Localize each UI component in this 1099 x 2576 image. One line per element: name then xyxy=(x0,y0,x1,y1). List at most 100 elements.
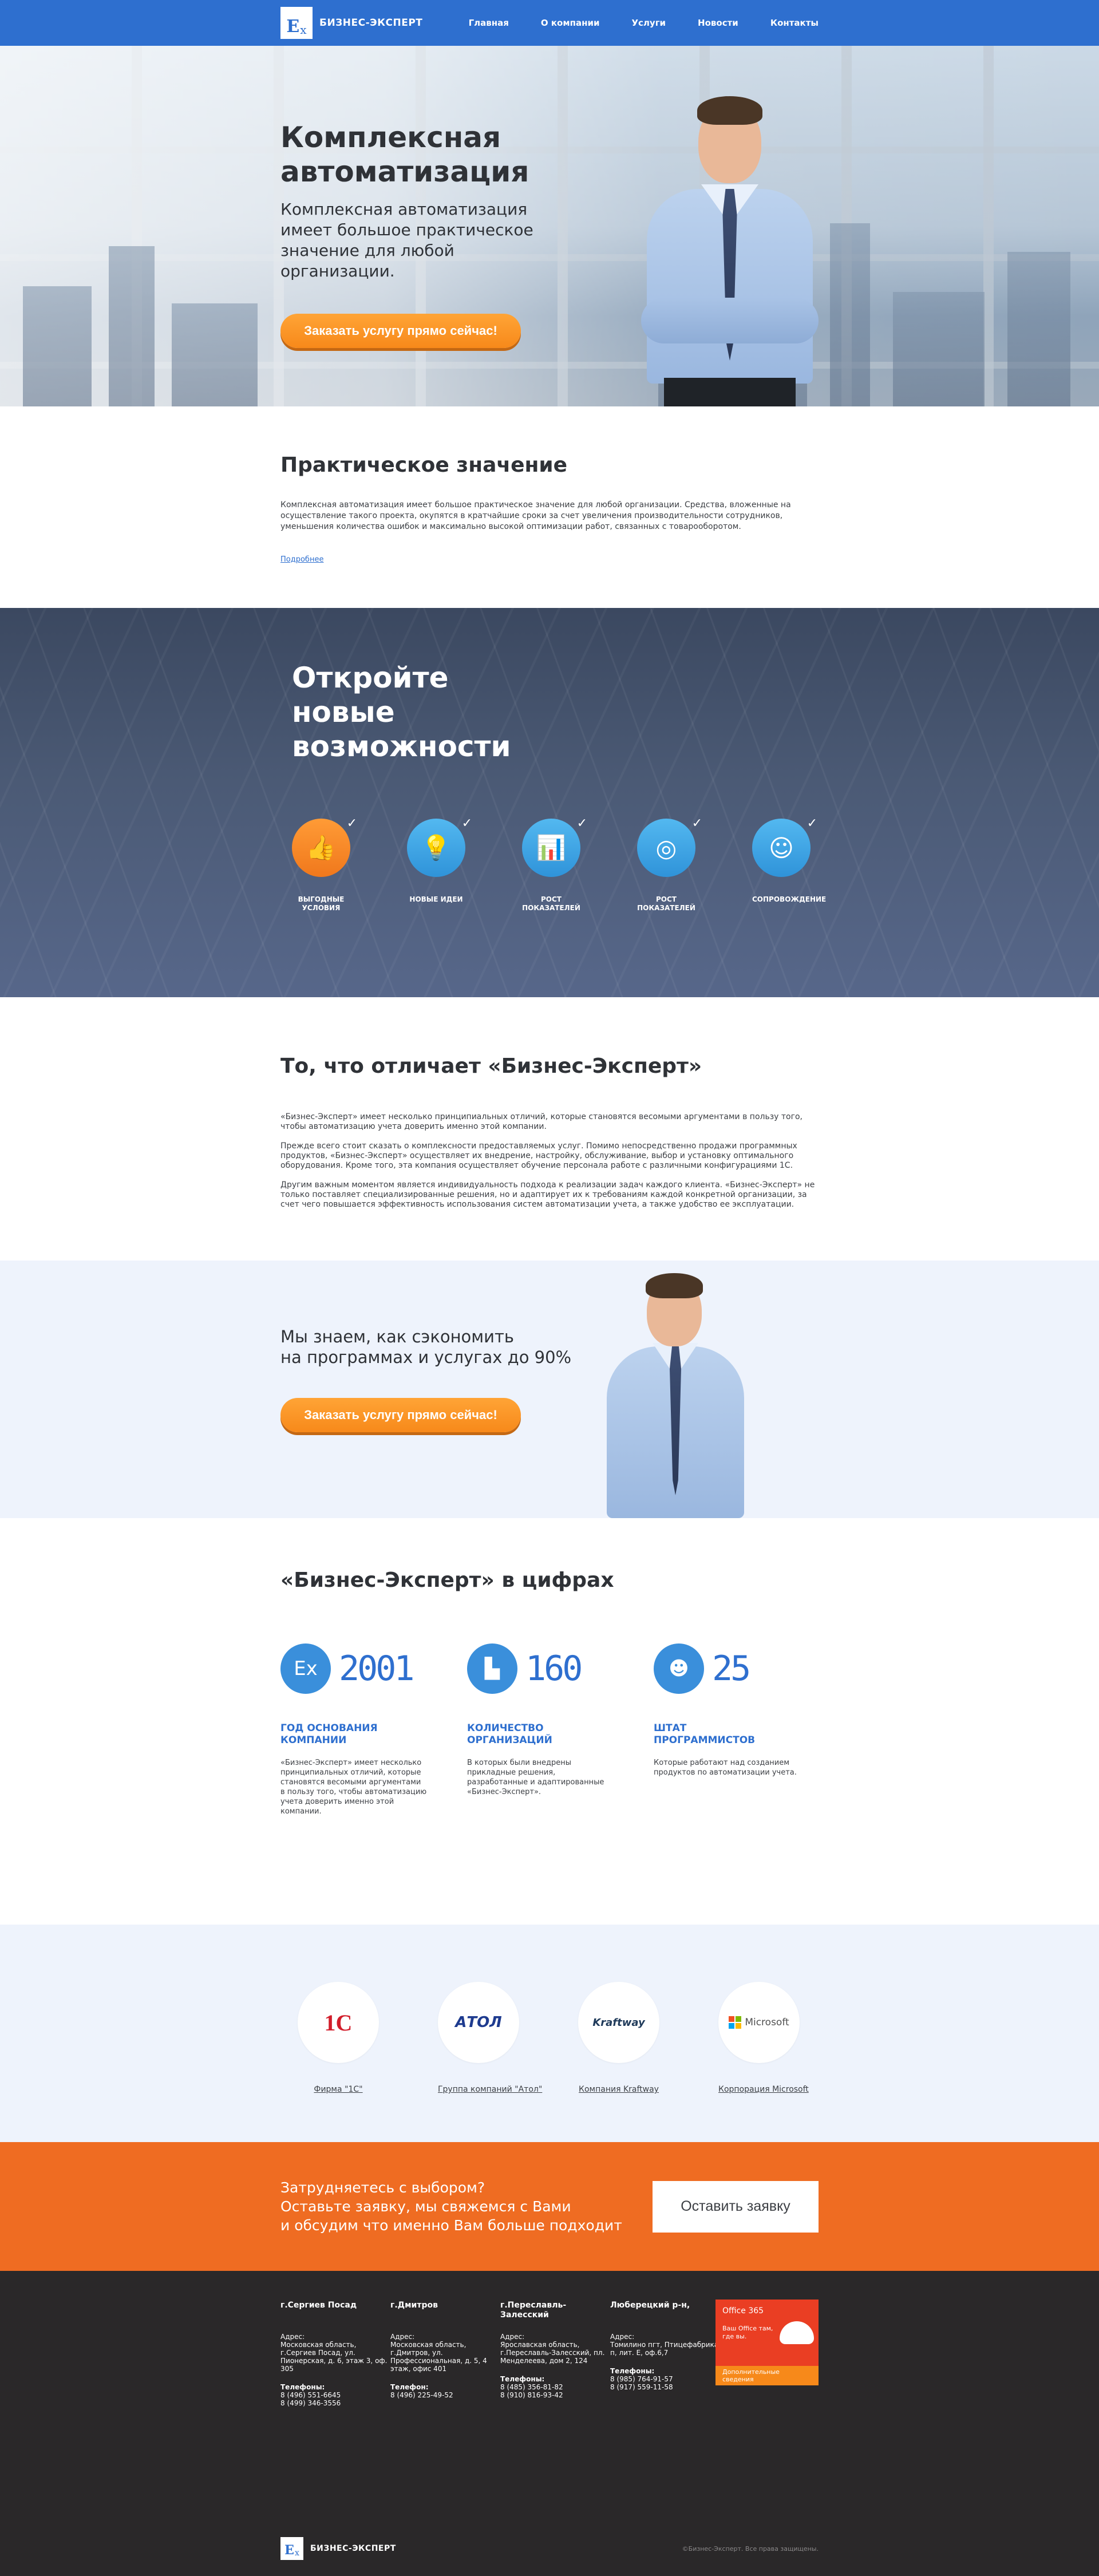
opportunity-item[interactable]: 📊 ✓ Рост показателей xyxy=(522,816,587,912)
partner-item: 1C Фирма "1С" xyxy=(298,1982,379,2094)
lightbulb-icon: 💡 xyxy=(407,819,465,877)
office-phone[interactable]: 8 (917) 559-11-58 xyxy=(610,2383,720,2391)
opportunity-label: Выгодные условия xyxy=(298,895,345,912)
hero-section: Комплексная автоматизация Комплексная авт… xyxy=(0,46,1099,406)
office-address: Томилино пгт, Птицефабрика п, лит. Е, оф… xyxy=(610,2341,719,2357)
cloud-icon xyxy=(780,2321,814,2344)
opportunity-item[interactable]: ◎ ✓ Рост показателей xyxy=(637,816,702,912)
opportunity-item[interactable]: 👍 ✓ Выгодные условия xyxy=(292,816,357,912)
partner-link[interactable]: Компания Kraftway xyxy=(579,2085,659,2094)
staff-person-icon: ☻ xyxy=(654,1643,704,1694)
partners-section: 1C Фирма "1С" АТОЛ Группа компаний "Атол… xyxy=(0,1925,1099,2142)
read-more-link[interactable]: Подробнее xyxy=(280,555,323,564)
check-icon: ✓ xyxy=(691,816,702,831)
check-icon: ✓ xyxy=(461,816,472,831)
office-phone[interactable]: 8 (985) 764-91-57 xyxy=(610,2375,720,2383)
nav-about[interactable]: О компании xyxy=(541,18,600,28)
partner-logo-atol: АТОЛ xyxy=(438,1982,519,2063)
differences-title: То, что отличает «Бизнес-Эксперт» xyxy=(280,1054,702,1078)
numbers-section: «Бизнес-Эксперт» в цифрах Ex 2001 Год ос… xyxy=(0,1518,1099,1925)
differences-text: «Бизнес-Эксперт» имеет несколько принцип… xyxy=(280,1112,819,1210)
logo-mark: Ex xyxy=(280,7,313,39)
growth-chart-icon: 📊 xyxy=(522,819,580,877)
office-city: г.Дмитров xyxy=(390,2301,438,2310)
office365-more-link[interactable]: Дополнительные сведения xyxy=(715,2366,819,2385)
differences-paragraph: Прежде всего стоит сказать о комплекснос… xyxy=(280,1141,797,1170)
opportunity-label: Новые идеи xyxy=(409,895,463,903)
partner-link[interactable]: Группа компаний "Атол" xyxy=(438,2085,542,2094)
stat-description: «Бизнес-Эксперт» имеет несколько принцип… xyxy=(280,1759,427,1816)
copyright: ©Бизнес-Эксперт. Все права защищены. xyxy=(682,2545,819,2553)
office-contact: г.Дмитров Адрес: Московская область, г.Д… xyxy=(390,2301,500,2407)
stat-description: Которые работают над созданием продуктов… xyxy=(654,1759,797,1777)
partner-link[interactable]: Фирма "1С" xyxy=(314,2085,362,2094)
stat-value: 25 xyxy=(712,1649,751,1689)
office-phone[interactable]: 8 (496) 225-49-52 xyxy=(390,2391,500,2399)
hero-subtitle: Комплексная автоматизация имеет большое … xyxy=(280,200,533,280)
opportunity-item[interactable]: ☺ ✓ Сопровождение xyxy=(752,816,827,912)
nav-news[interactable]: Новости xyxy=(698,18,738,28)
office-phone[interactable]: 8 (499) 346-3556 xyxy=(280,2399,390,2407)
partner-logo-microsoft: Microsoft xyxy=(718,1982,800,2063)
opportunities-list: 👍 ✓ Выгодные условия 💡 ✓ Новые идеи 📊 ✓ … xyxy=(292,816,827,912)
office-contact: г.Переславль-Залесский Адрес: Ярославска… xyxy=(500,2301,610,2407)
partner-link[interactable]: Корпорация Microsoft xyxy=(718,2085,809,2094)
check-icon: ✓ xyxy=(807,816,817,831)
numbers-title: «Бизнес-Эксперт» в цифрах xyxy=(280,1568,614,1592)
hero-title: Комплексная автоматизация xyxy=(280,121,529,188)
partner-logo-kraftway: Kraftway xyxy=(578,1982,659,2063)
office-phone[interactable]: 8 (910) 816-93-42 xyxy=(500,2391,610,2399)
main-nav: Главная О компании Услуги Новости Контак… xyxy=(469,18,819,28)
stat-label: Год основания компании xyxy=(280,1722,378,1746)
target-icon: ◎ xyxy=(637,819,695,877)
footer: г.Сергиев Посад Адрес: Московская област… xyxy=(0,2271,1099,2576)
savings-section: Мы знаем, как сэкономить на программах и … xyxy=(0,1261,1099,1518)
office365-banner[interactable]: Office 365 Ваш Office там, где вы. Допол… xyxy=(715,2300,819,2385)
opportunity-label: Сопровождение xyxy=(752,895,827,903)
hero-order-button[interactable]: Заказать услугу прямо сейчас! xyxy=(280,314,521,348)
site-logo[interactable]: Ex БИЗНЕС-ЭКСПЕРТ xyxy=(280,7,422,39)
stat-label: Количество организаций xyxy=(467,1722,552,1746)
opportunity-item[interactable]: 💡 ✓ Новые идеи xyxy=(407,816,472,912)
savings-order-button[interactable]: Заказать услугу прямо сейчас! xyxy=(280,1398,521,1432)
opportunities-title: Откройте новые возможности xyxy=(292,661,511,763)
partner-logo-1c: 1C xyxy=(298,1982,379,2063)
logo-mark: Ex xyxy=(280,2537,303,2560)
office-phone[interactable]: 8 (496) 551-6645 xyxy=(280,2391,390,2399)
office-address: Московская область, г.Дмитров, ул. Профе… xyxy=(390,2341,487,2373)
partner-item: АТОЛ Группа компаний "Атол" xyxy=(438,1982,542,2094)
cta-text: Затрудняетесь с выбором? Оставьте заявку,… xyxy=(280,2179,622,2234)
differences-paragraph: Другим важным моментом является индивиду… xyxy=(280,1180,815,1209)
hero-text: Комплексная автоматизация Комплексная авт… xyxy=(280,120,567,348)
opportunity-label: Рост показателей xyxy=(522,895,580,912)
nav-home[interactable]: Главная xyxy=(469,18,509,28)
practical-text: Комплексная автоматизация имеет большое … xyxy=(280,500,791,531)
office-city: г.Сергиев Посад xyxy=(280,2301,357,2310)
support-agent-icon: ☺ xyxy=(752,819,811,877)
check-icon: ✓ xyxy=(576,816,587,831)
leave-request-button[interactable]: Оставить заявку xyxy=(653,2180,819,2233)
differences-paragraph: «Бизнес-Эксперт» имеет несколько принцип… xyxy=(280,1112,802,1131)
partner-item: Kraftway Компания Kraftway xyxy=(578,1982,659,2094)
nav-services[interactable]: Услуги xyxy=(631,18,666,28)
partners-list: 1C Фирма "1С" АТОЛ Группа компаний "Атол… xyxy=(298,1982,819,2094)
office365-title: Office 365 xyxy=(722,2306,764,2316)
top-navbar: Ex БИЗНЕС-ЭКСПЕРТ Главная О компании Усл… xyxy=(0,0,1099,46)
office365-slogan: Ваш Office там, где вы. xyxy=(722,2325,773,2340)
stat-item: Ex 2001 Год основания компании «Бизнес-Эк… xyxy=(280,1643,427,1816)
office-phone[interactable]: 8 (485) 356-81-82 xyxy=(500,2383,610,2391)
office-address: Ярославская область, г.Переславль-Залесс… xyxy=(500,2341,605,2365)
partner-item: Microsoft Корпорация Microsoft xyxy=(718,1982,809,2094)
request-cta-section: Затрудняетесь с выбором? Оставьте заявку,… xyxy=(0,2142,1099,2271)
footer-logo[interactable]: Ex БИЗНЕС-ЭКСПЕРТ xyxy=(280,2537,396,2560)
office-city: Люберецкий р-н, xyxy=(610,2301,690,2310)
microsoft-windows-icon xyxy=(729,2016,742,2029)
thumbs-up-icon: 👍 xyxy=(292,819,350,877)
stat-label: Штат программистов xyxy=(654,1722,756,1746)
city-buildings-icon: ▙ xyxy=(467,1643,517,1694)
practical-title: Практическое значение xyxy=(280,453,568,477)
footer-contacts: г.Сергиев Посад Адрес: Московская област… xyxy=(280,2301,720,2407)
nav-contacts[interactable]: Контакты xyxy=(770,18,819,28)
stat-item: ▙ 160 Количество организаций В которых бы… xyxy=(467,1643,614,1816)
businessman-photo xyxy=(601,1272,750,1518)
